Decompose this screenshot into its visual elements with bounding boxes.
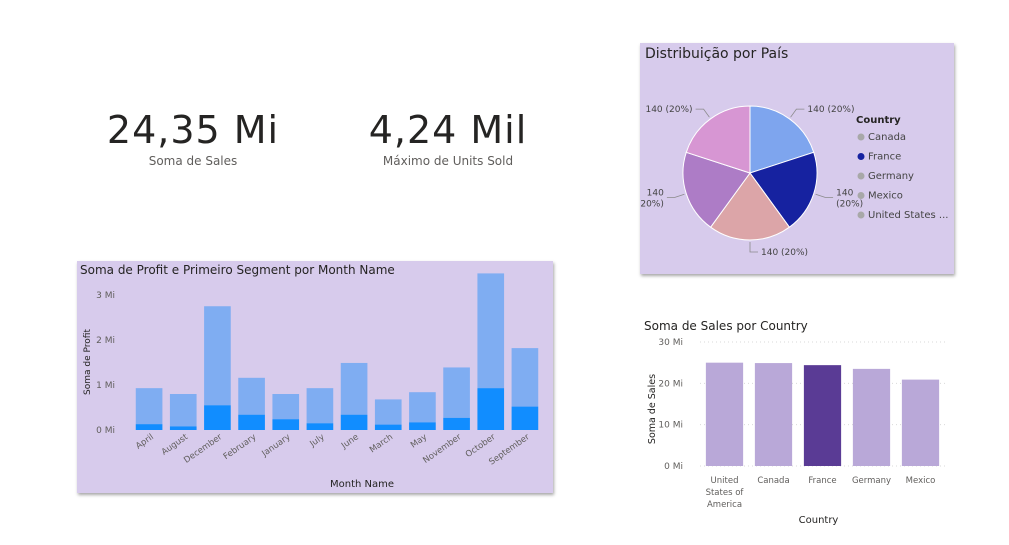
pie-leader-line <box>695 108 710 118</box>
bar-segment[interactable] <box>238 377 265 415</box>
x-tick-label: Germany <box>852 476 891 486</box>
bar-segment[interactable] <box>272 419 300 430</box>
bar-segment[interactable] <box>272 394 300 420</box>
bar-segment[interactable] <box>340 362 368 415</box>
legend-marker-icon <box>857 211 865 219</box>
x-tick-label: May <box>409 432 429 450</box>
y-tick-label: 1 Mi <box>96 381 115 391</box>
y-tick-label: 0 Mi <box>664 462 683 472</box>
x-tick-label: November <box>421 432 463 466</box>
x-tick-label: March <box>368 432 395 455</box>
pie-legend-title: Country <box>856 115 901 126</box>
y-tick-label: 2 Mi <box>96 336 115 346</box>
bar-segment[interactable] <box>409 392 436 423</box>
pie-leader-line <box>666 193 685 198</box>
x-tick-label: April <box>134 432 156 451</box>
country-chart-svg: 0 Mi 10 Mi 20 Mi 30 Mi Soma de Sales United St… <box>647 338 945 526</box>
bar-segment[interactable] <box>374 399 402 425</box>
pie-legend-item[interactable]: Mexico <box>868 191 903 202</box>
bar-segment[interactable] <box>443 417 470 430</box>
bar-segment[interactable] <box>204 306 231 406</box>
y-tick-label: 20 Mi <box>658 379 683 389</box>
bar[interactable] <box>852 368 891 466</box>
bar-segment[interactable] <box>135 388 163 425</box>
pie-chart-panel[interactable]: Distribuição por País 140 (20%) 140 (20%) 1… <box>640 43 954 274</box>
pie-data-label: 140 (20%) <box>807 105 854 115</box>
kpi-units-label: Máximo de Units Sold <box>382 154 514 168</box>
kpi-card-units[interactable]: 4,24 Mil Máximo de Units Sold <box>348 108 548 168</box>
x-tick-label: August <box>160 432 191 458</box>
bar[interactable] <box>754 363 793 466</box>
pie-legend-item[interactable]: France <box>868 152 901 163</box>
pie-leader-line <box>790 108 805 118</box>
x-tick-label: Mexico <box>906 476 936 486</box>
pie-legend-item[interactable]: Germany <box>868 171 914 182</box>
legend-marker-icon <box>857 172 865 180</box>
bar-segment[interactable] <box>409 422 436 430</box>
y-axis-label: Soma de Sales <box>647 374 658 444</box>
y-axis-label: Soma de Profit <box>83 329 93 395</box>
bar-segment[interactable] <box>135 424 163 430</box>
pie-data-label: 140(20%) <box>836 188 863 209</box>
pie-leader-line <box>815 193 834 198</box>
pie-data-label: 140 (20%) <box>761 248 808 258</box>
pie-data-label: 140 (20%) <box>645 105 692 115</box>
x-tick-label: France <box>808 476 836 486</box>
legend-marker-icon <box>857 133 865 141</box>
bar-segment[interactable] <box>443 367 470 418</box>
bar[interactable] <box>705 362 744 466</box>
x-tick-label: United States of America <box>706 476 745 510</box>
bar-segment[interactable] <box>374 424 402 430</box>
bar-segment[interactable] <box>511 406 539 430</box>
bar-segment[interactable] <box>204 405 231 430</box>
y-tick-label: 3 Mi <box>96 291 115 301</box>
bar[interactable] <box>901 379 940 466</box>
x-tick-label: December <box>182 432 224 466</box>
y-tick-label: 30 Mi <box>658 338 683 348</box>
pie-legend-item[interactable]: Canada <box>868 132 906 143</box>
bar-segment[interactable] <box>477 273 505 389</box>
bar-segment[interactable] <box>169 394 197 427</box>
pie-chart-svg: 140 (20%) 140(20%) 140 (20%) 140(20%) 140 (2… <box>640 105 948 258</box>
x-axis-label: Country <box>799 515 839 526</box>
y-tick-label: 10 Mi <box>658 421 683 431</box>
x-axis-label: Month Name <box>330 479 394 490</box>
bar-segment[interactable] <box>477 388 505 430</box>
monthly-chart-svg: 0 Mi 1 Mi 2 Mi 3 Mi Soma de Profit April Augus… <box>83 273 539 490</box>
bar-segment[interactable] <box>511 348 539 407</box>
legend-marker-icon <box>857 153 865 160</box>
x-tick-label: Canada <box>757 476 789 486</box>
bar-segment[interactable] <box>340 414 368 430</box>
country-sales-chart[interactable]: Soma de Sales por Country 0 Mi 10 Mi 20 Mi… <box>640 313 960 538</box>
kpi-card-sales[interactable]: 24,35 Mi Soma de Sales <box>93 108 293 168</box>
x-tick-label: July <box>308 432 327 450</box>
pie-leader-line <box>749 242 758 253</box>
legend-marker-icon <box>857 192 865 199</box>
kpi-sales-value: 24,35 Mi <box>106 108 280 152</box>
bar-segment[interactable] <box>238 414 265 430</box>
kpi-units-value: 4,24 Mil <box>368 108 528 152</box>
y-tick-label: 0 Mi <box>96 426 115 436</box>
bar-segment[interactable] <box>306 388 334 424</box>
kpi-sales-label: Soma de Sales <box>148 154 238 168</box>
pie-data-label: 140(20%) <box>640 188 664 209</box>
x-tick-label: February <box>222 432 259 462</box>
monthly-profit-chart-panel[interactable]: Soma de Profit e Primeiro Segment por Mo… <box>77 261 553 493</box>
x-tick-label: January <box>260 432 293 459</box>
bar-segment[interactable] <box>169 426 197 430</box>
bar-segment[interactable] <box>306 423 334 430</box>
pie-legend-item[interactable]: United States ... <box>868 210 948 221</box>
bar[interactable] <box>803 365 842 466</box>
x-tick-label: June <box>339 432 361 451</box>
